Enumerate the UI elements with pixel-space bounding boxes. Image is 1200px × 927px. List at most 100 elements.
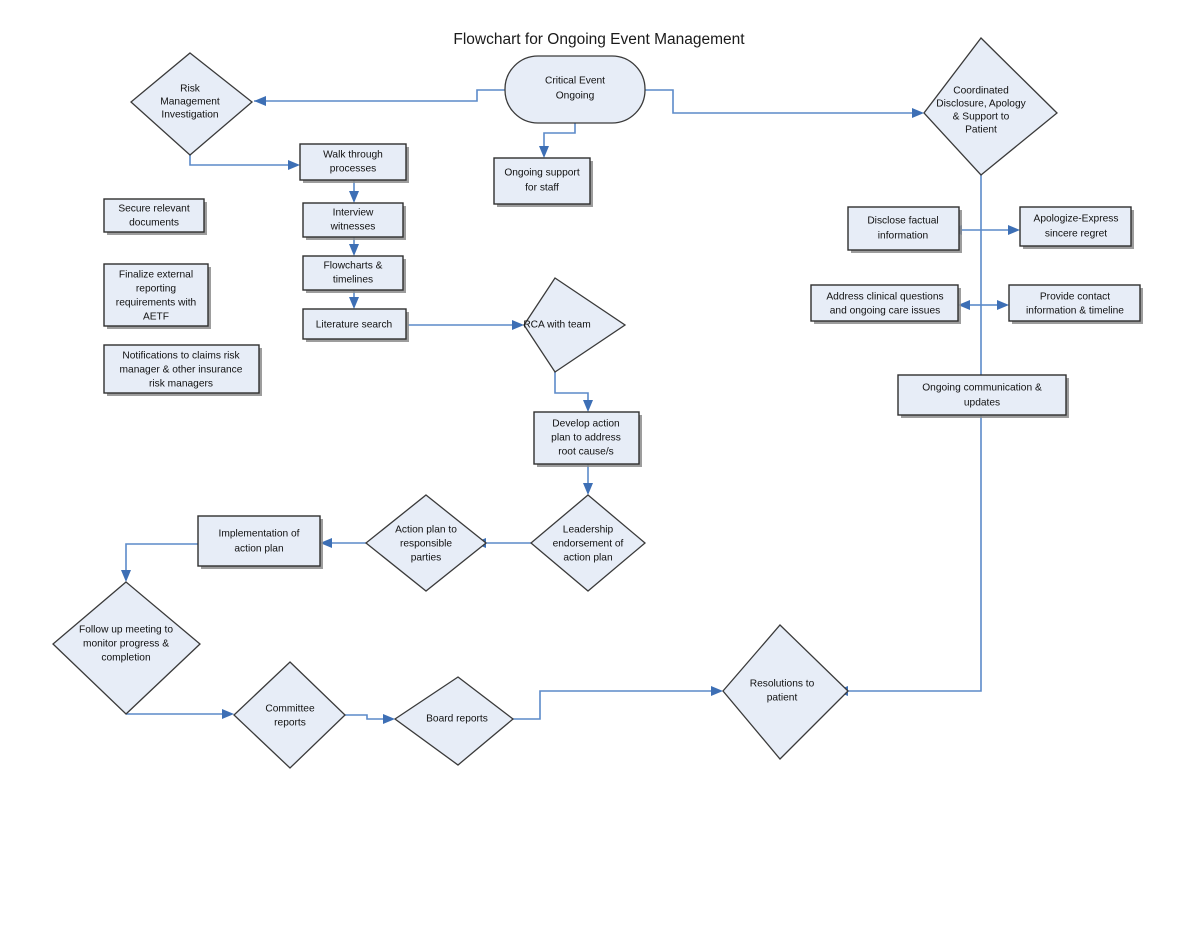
coordinated-disclosure-label-line3: & Support to [953, 112, 1010, 123]
arrow-interview-witnesses [349, 191, 359, 203]
flowcharts-timelines-label-line1: Flowcharts & [324, 261, 383, 272]
node-literature-search[interactable]: Literature search [302, 308, 409, 342]
notifications-claims-label-line1: Notifications to claims risk [122, 351, 240, 362]
apologize-regret-label-line1: Apologize-Express [1034, 214, 1119, 225]
node-notifications-claims[interactable]: Notifications to claims risk manager & o… [103, 344, 262, 396]
resolutions-patient-label-line1: Resolutions to [750, 679, 815, 690]
edge-critical-event-to-coordinated-disclosure [645, 89, 912, 114]
arrow-board-reports [383, 714, 395, 724]
arrow-resolutions-patient [711, 686, 723, 696]
develop-action-plan-label-line2: plan to address [551, 433, 621, 444]
finalize-reporting-label-line4: AETF [143, 312, 169, 323]
node-coordinated-disclosure[interactable]: Coordinated Disclosure, Apology & Suppor… [923, 37, 1058, 176]
resolutions-patient-label-line2: patient [767, 693, 798, 704]
implementation-label-line1: Implementation of [219, 529, 300, 540]
follow-up-meeting-label-line3: completion [101, 653, 150, 664]
finalize-reporting-label-line2: reporting [136, 284, 177, 295]
arrow-literature-search [349, 297, 359, 309]
edge-critical-event-to-ongoing-support [543, 123, 576, 148]
secure-documents-label-line1: Secure relevant [118, 204, 190, 215]
edge-rca-to-develop-action-plan [554, 372, 589, 402]
board-reports-label: Board reports [426, 714, 488, 725]
interview-witnesses-label-line2: witnesses [330, 222, 376, 233]
arrow-flowcharts-timelines [349, 244, 359, 256]
node-follow-up-meeting[interactable]: Follow up meeting to monitor progress & … [52, 581, 201, 715]
action-plan-parties-label-line1: Action plan to [395, 525, 457, 536]
action-plan-parties-label-line2: responsible [400, 539, 452, 550]
node-apologize-regret[interactable]: Apologize-Express sincere regret [1019, 206, 1134, 249]
node-ongoing-support[interactable]: Ongoing support for staff [493, 157, 593, 207]
develop-action-plan-label-line1: Develop action [552, 419, 619, 430]
node-address-clinical[interactable]: Address clinical questions and ongoing c… [810, 284, 961, 324]
disclose-factual-label-line2: information [878, 231, 928, 242]
coordinated-disclosure-label-line4: Patient [965, 125, 997, 136]
arrow-ongoing-support [539, 146, 549, 158]
walk-through-label-line1: Walk through [323, 150, 383, 161]
arrow-follow-up-meeting [121, 570, 131, 582]
critical-event-label-line2: Ongoing [556, 91, 595, 102]
critical-event-label-line1: Critical Event [545, 76, 605, 87]
page-title: Flowchart for Ongoing Event Management [453, 31, 745, 48]
leadership-endorsement-label-line3: action plan [563, 553, 612, 564]
committee-reports-label-line1: Committee [265, 704, 315, 715]
leadership-endorsement-label-line1: Leadership [563, 525, 614, 536]
walk-through-label-line2: processes [330, 164, 376, 175]
flowchart-canvas: Flowchart for Ongoing Event Management C… [0, 0, 1200, 927]
node-finalize-reporting[interactable]: Finalize external reporting requirements… [103, 263, 211, 329]
node-resolutions-patient[interactable]: Resolutions to patient [722, 624, 849, 760]
follow-up-meeting-label-line1: Follow up meeting to [79, 625, 173, 636]
arrow-committee-reports [222, 709, 234, 719]
edge-committee-to-board-reports [345, 714, 383, 720]
critical-event-shape [504, 55, 646, 124]
node-critical-event[interactable]: Critical Event Ongoing [504, 55, 646, 124]
arrow-walk-through [288, 160, 300, 170]
address-clinical-label-line1: Address clinical questions [826, 292, 943, 303]
address-clinical-label-line2: and ongoing care issues [830, 306, 940, 317]
node-rca-with-team[interactable]: RCA with team [523, 277, 627, 373]
node-interview-witnesses[interactable]: Interview witnesses [302, 202, 406, 240]
rca-with-team-label: RCA with team [523, 320, 590, 331]
flowchart-svg: Flowchart for Ongoing Event Management C… [52, 31, 1143, 769]
node-action-plan-parties[interactable]: Action plan to responsible parties [364, 494, 488, 592]
ongoing-support-shape [493, 157, 591, 205]
notifications-claims-label-line3: risk managers [149, 379, 213, 390]
finalize-reporting-label-line3: requirements with [116, 298, 196, 309]
node-flowcharts-timelines[interactable]: Flowcharts & timelines [302, 255, 406, 293]
disclose-factual-shape [847, 206, 960, 251]
provide-contact-label-line1: Provide contact [1040, 292, 1110, 303]
node-leadership-endorsement[interactable]: Leadership endorsement of action plan [529, 494, 647, 592]
node-walk-through[interactable]: Walk through processes [299, 143, 409, 183]
committee-reports-label-line2: reports [274, 718, 306, 729]
committee-reports-shape [233, 661, 346, 769]
coordinated-disclosure-label-line1: Coordinated [953, 86, 1009, 97]
flowcharts-timelines-label-line2: timelines [333, 275, 373, 286]
edge-ongoing-communication-to-resolutions [848, 415, 982, 692]
ongoing-communication-shape [897, 374, 1067, 416]
node-layer: Critical Event Ongoing Risk Management I… [52, 37, 1143, 769]
notifications-claims-label-line2: manager & other insurance [120, 365, 243, 376]
node-disclose-factual[interactable]: Disclose factual information [847, 206, 962, 253]
risk-mgmt-label-line3: Investigation [161, 110, 218, 121]
implementation-label-line2: action plan [234, 544, 283, 555]
node-provide-contact[interactable]: Provide contact information & timeline [1008, 284, 1143, 324]
edge-board-reports-to-resolutions [513, 690, 711, 720]
edge-implementation-to-follow-up [125, 543, 198, 572]
node-committee-reports[interactable]: Committee reports [233, 661, 346, 769]
finalize-reporting-label-line1: Finalize external [119, 270, 193, 281]
arrow-develop-action-plan [583, 400, 593, 412]
node-develop-action-plan[interactable]: Develop action plan to address root caus… [533, 411, 642, 467]
node-board-reports[interactable]: Board reports [393, 676, 515, 766]
node-implementation[interactable]: Implementation of action plan [197, 515, 323, 569]
node-ongoing-communication[interactable]: Ongoing communication & updates [897, 374, 1069, 418]
action-plan-parties-label-line3: parties [411, 553, 442, 564]
node-risk-mgmt[interactable]: Risk Management Investigation [130, 52, 254, 156]
arrow-risk-mgmt [254, 96, 266, 106]
leadership-endorsement-label-line2: endorsement of [553, 539, 624, 550]
node-secure-documents[interactable]: Secure relevant documents [103, 198, 207, 235]
follow-up-meeting-label-line2: monitor progress & [83, 639, 169, 650]
risk-mgmt-label-line2: Management [160, 97, 220, 108]
provide-contact-label-line2: information & timeline [1026, 306, 1124, 317]
literature-search-label: Literature search [316, 320, 392, 331]
arrow-leadership-endorsement [583, 483, 593, 495]
edge-critical-event-to-risk-mgmt [254, 89, 505, 102]
